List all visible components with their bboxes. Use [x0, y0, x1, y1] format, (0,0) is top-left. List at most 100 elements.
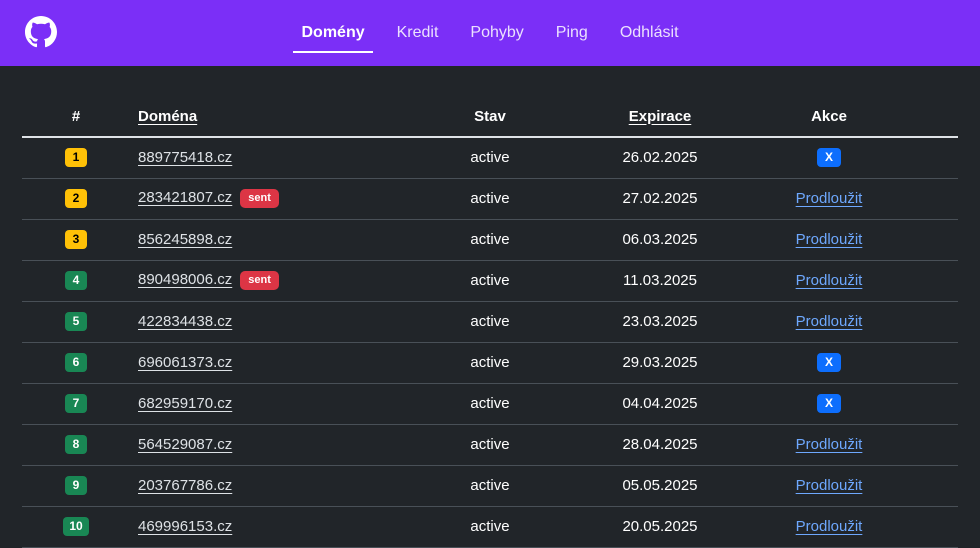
action-cell: X [700, 342, 958, 384]
domain-cell: 856245898.cz [130, 219, 420, 261]
row-number-badge: 9 [65, 476, 87, 495]
nav-item-1[interactable]: Kredit [389, 0, 447, 66]
header-status: Stav [420, 96, 560, 138]
row-number-cell: 2 [22, 178, 130, 220]
cancel-button[interactable]: X [817, 394, 841, 413]
expiration-cell: 05.05.2025 [560, 465, 700, 507]
status-cell: active [420, 301, 560, 343]
nav-item-2[interactable]: Pohyby [462, 0, 531, 66]
cancel-button[interactable]: X [817, 148, 841, 168]
domain-cell: 564529087.cz [130, 424, 420, 466]
status-cell: active [420, 506, 560, 548]
action-cell: X [700, 137, 958, 179]
action-cell: Prodloužit [700, 424, 958, 466]
domain-link[interactable]: 283421807.cz [138, 189, 232, 206]
table-row: 7 682959170.cz active 04.04.2025 X [22, 383, 958, 425]
domain-link[interactable]: 696061373.cz [138, 354, 232, 371]
expiration-cell: 26.02.2025 [560, 137, 700, 179]
action-cell: Prodloužit [700, 465, 958, 507]
row-number-badge: 1 [65, 148, 87, 168]
table-row: 5 422834438.cz active 23.03.2025 Prodloužit [22, 301, 958, 343]
extend-link[interactable]: Prodloužit [796, 272, 863, 289]
row-number-cell: 10 [22, 506, 130, 548]
row-number-cell: 1 [22, 137, 130, 179]
row-number-badge: 2 [65, 189, 87, 208]
domains-table-wrapper: # Doména Stav Expirace Akce 1 889775418.c… [22, 96, 958, 548]
extend-link[interactable]: Prodloužit [796, 518, 863, 535]
top-navbar: Domény Kredit Pohyby Ping Odhlásit [0, 0, 980, 66]
row-number-badge: 8 [65, 435, 87, 454]
sent-badge: sent [240, 271, 279, 290]
domain-link[interactable]: 203767786.cz [138, 477, 232, 494]
action-cell: Prodloužit [700, 260, 958, 302]
action-cell: Prodloužit [700, 219, 958, 261]
row-number-badge: 6 [65, 353, 87, 372]
action-cell: X [700, 383, 958, 425]
status-cell: active [420, 383, 560, 425]
domain-link[interactable]: 856245898.cz [138, 231, 232, 248]
row-number-badge: 7 [65, 394, 87, 413]
extend-link[interactable]: Prodloužit [796, 190, 863, 207]
table-row: 3 856245898.cz active 06.03.2025 Prodloužit [22, 219, 958, 261]
expiration-cell: 29.03.2025 [560, 342, 700, 384]
table-row: 9 203767786.cz active 05.05.2025 Prodloužit [22, 465, 958, 507]
domain-link[interactable]: 469996153.cz [138, 518, 232, 535]
table-row: 1 889775418.cz active 26.02.2025 X [22, 137, 958, 179]
sort-domain-link[interactable]: Doména [138, 108, 197, 125]
row-number-cell: 7 [22, 383, 130, 425]
header-expiration: Expirace [560, 96, 700, 138]
action-cell: Prodloužit [700, 301, 958, 343]
domain-cell: 203767786.cz [130, 465, 420, 507]
domain-cell: 890498006.cz sent [130, 260, 420, 302]
domain-link[interactable]: 889775418.cz [138, 149, 232, 166]
expiration-cell: 20.05.2025 [560, 506, 700, 548]
table-row: 4 890498006.cz sent active 11.03.2025 Prodlou… [22, 260, 958, 302]
nav-item-4[interactable]: Odhlásit [612, 0, 687, 66]
table-row: 2 283421807.cz sent active 27.02.2025 Prodlou… [22, 178, 958, 220]
domain-cell: 696061373.cz [130, 342, 420, 384]
domain-cell: 422834438.cz [130, 301, 420, 343]
domains-table: # Doména Stav Expirace Akce 1 889775418.c… [22, 96, 958, 548]
table-row: 8 564529087.cz active 28.04.2025 Prodloužit [22, 424, 958, 466]
extend-link[interactable]: Prodloužit [796, 436, 863, 453]
table-header: # Doména Stav Expirace Akce [22, 96, 958, 138]
domain-cell: 469996153.cz [130, 506, 420, 548]
expiration-cell: 04.04.2025 [560, 383, 700, 425]
status-cell: active [420, 219, 560, 261]
domain-cell: 889775418.cz [130, 137, 420, 179]
expiration-cell: 27.02.2025 [560, 178, 700, 220]
domain-link[interactable]: 890498006.cz [138, 271, 232, 288]
expiration-cell: 11.03.2025 [560, 260, 700, 302]
header-number: # [22, 96, 130, 138]
domain-link[interactable]: 564529087.cz [138, 436, 232, 453]
row-number-badge: 5 [65, 312, 87, 331]
nav-item-0[interactable]: Domény [293, 0, 373, 66]
extend-link[interactable]: Prodloužit [796, 231, 863, 248]
action-cell: Prodloužit [700, 178, 958, 220]
status-cell: active [420, 178, 560, 220]
table-row: 10 469996153.cz active 20.05.2025 Prodloužit [22, 506, 958, 548]
table-row: 6 696061373.cz active 29.03.2025 X [22, 342, 958, 384]
row-number-badge: 4 [65, 271, 87, 290]
status-cell: active [420, 342, 560, 384]
domain-link[interactable]: 682959170.cz [138, 395, 232, 412]
status-cell: active [420, 137, 560, 179]
main-nav: Domény Kredit Pohyby Ping Odhlásit [0, 0, 980, 66]
sent-badge: sent [240, 189, 279, 208]
nav-item-3[interactable]: Ping [548, 0, 596, 66]
row-number-badge: 3 [65, 230, 87, 249]
sort-expiration-link[interactable]: Expirace [629, 108, 692, 125]
cancel-button[interactable]: X [817, 353, 841, 372]
row-number-cell: 9 [22, 465, 130, 507]
row-number-badge: 10 [63, 517, 89, 536]
header-action: Akce [700, 96, 958, 138]
row-number-cell: 3 [22, 219, 130, 261]
domain-link[interactable]: 422834438.cz [138, 313, 232, 330]
extend-link[interactable]: Prodloužit [796, 477, 863, 494]
expiration-cell: 23.03.2025 [560, 301, 700, 343]
extend-link[interactable]: Prodloužit [796, 313, 863, 330]
status-cell: active [420, 260, 560, 302]
action-cell: Prodloužit [700, 506, 958, 548]
expiration-cell: 28.04.2025 [560, 424, 700, 466]
header-row: # Doména Stav Expirace Akce [22, 96, 958, 138]
